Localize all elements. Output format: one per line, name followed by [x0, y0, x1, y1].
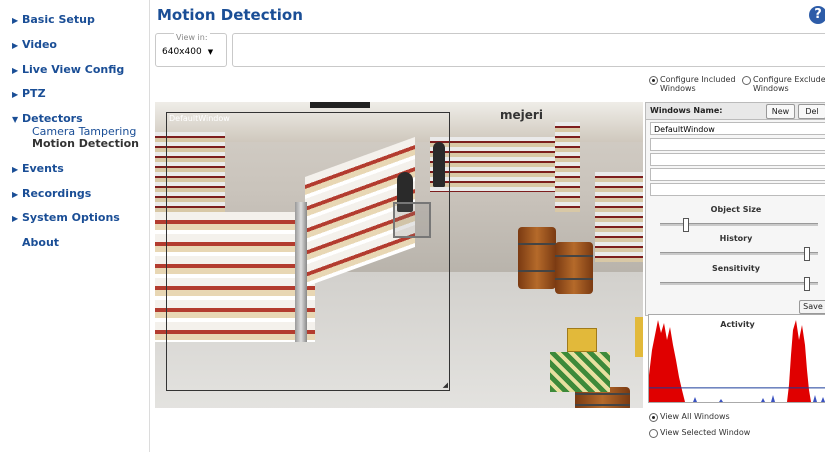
chevron-right-icon: ▶ [12, 66, 19, 75]
view-all-windows-radio[interactable]: View All Windows [649, 412, 769, 422]
chevron-right-icon: ▶ [12, 41, 19, 50]
configure-included-radio[interactable]: Configure Included Windows [649, 75, 739, 95]
page-title: Motion Detection [157, 6, 303, 24]
resize-handle-icon[interactable]: ◢ [443, 381, 448, 389]
window-list-item[interactable] [650, 153, 825, 166]
delete-window-button[interactable]: Del [798, 104, 825, 119]
activity-area [649, 320, 811, 402]
window-list-item[interactable] [650, 138, 825, 151]
info-box [232, 33, 825, 67]
window-list-item[interactable] [650, 183, 825, 196]
history-slider[interactable] [660, 247, 818, 261]
video-view[interactable]: mejeri DefaultWindow ◢ [155, 102, 643, 408]
configure-excluded-radio[interactable]: Configure Excluded Windows [742, 75, 825, 95]
activity-title: Activity [720, 320, 755, 329]
history-label: History [719, 234, 753, 243]
window-list-item[interactable]: DefaultWindow [650, 122, 825, 135]
view-all-windows-label: View All Windows [660, 412, 730, 421]
nav-recordings[interactable]: ▶ Recordings [12, 187, 91, 200]
radio-dot [649, 413, 658, 422]
sidebar: ▶ Basic Setup ▶ Video ▶ Live View Config ▶ P… [0, 0, 150, 452]
chevron-right-icon: ▶ [12, 190, 19, 199]
view-in-group: View in: 640x400 ▼ [155, 33, 227, 67]
barrel [518, 227, 556, 289]
chevron-right-icon: ▶ [12, 165, 19, 174]
view-selected-window-label: View Selected Window [660, 428, 751, 437]
windows-panel: Windows Name: New Del DefaultWindow Obje… [645, 102, 825, 316]
chevron-down-icon: ▼ [207, 48, 214, 56]
nav-ptz[interactable]: ▶ PTZ [12, 87, 46, 100]
object-size-thumb[interactable] [682, 218, 689, 232]
chevron-right-icon: ▶ [12, 214, 19, 223]
shelf-right [595, 172, 643, 262]
sensitivity-thumb[interactable] [804, 277, 811, 291]
configure-included-label: Configure Included Windows [660, 75, 736, 93]
view-selected-window-radio[interactable]: View Selected Window [649, 428, 769, 438]
sensitivity-slider[interactable] [660, 277, 818, 291]
motion-window-label: DefaultWindow [169, 114, 230, 123]
price-sign [635, 317, 643, 357]
radio-dot [649, 429, 658, 438]
windows-panel-header: Windows Name: New Del [646, 103, 825, 120]
shelf-back [430, 137, 570, 192]
save-button[interactable]: Save [799, 300, 825, 314]
nav-video[interactable]: ▶ Video [12, 38, 57, 51]
chevron-right-icon: ▶ [12, 16, 19, 25]
chevron-right-icon: ▶ [12, 90, 19, 99]
chevron-down-icon: ▼ [12, 115, 19, 124]
view-in-value: 640x400 [162, 47, 202, 57]
nav-motion-detection[interactable]: Motion Detection [32, 137, 139, 150]
produce-display [550, 352, 610, 392]
radio-dot [649, 76, 658, 85]
activity-graph: Activity [648, 314, 825, 403]
object-size-slider[interactable] [660, 218, 818, 232]
window-list-item[interactable] [650, 168, 825, 181]
nav-detectors[interactable]: ▼ Detectors [12, 112, 83, 125]
help-icon[interactable]: ? [809, 6, 825, 24]
shelf-right-back [555, 122, 580, 212]
store-sign: mejeri [500, 108, 543, 122]
configure-excluded-label: Configure Excluded Windows [753, 75, 825, 93]
nav-basic-setup[interactable]: ▶ Basic Setup [12, 13, 95, 26]
windows-name-label: Windows Name: [650, 106, 723, 115]
nav-events[interactable]: ▶ Events [12, 162, 64, 175]
radio-dot [742, 76, 751, 85]
view-in-legend: View in: [174, 33, 210, 42]
motion-window-rect[interactable]: DefaultWindow ◢ [166, 112, 450, 391]
nav-live-view-config[interactable]: ▶ Live View Config [12, 63, 124, 76]
new-window-button[interactable]: New [766, 104, 795, 119]
object-size-label: Object Size [710, 205, 762, 214]
nav-about[interactable]: About [12, 236, 59, 249]
barrel [555, 242, 593, 294]
nav-system-options[interactable]: ▶ System Options [12, 211, 120, 224]
sensitivity-label: Sensitivity [712, 264, 760, 273]
view-in-select[interactable]: 640x400 ▼ [162, 47, 213, 57]
hanging-sign [310, 102, 370, 108]
history-thumb[interactable] [804, 247, 811, 261]
price-sign [567, 328, 597, 352]
